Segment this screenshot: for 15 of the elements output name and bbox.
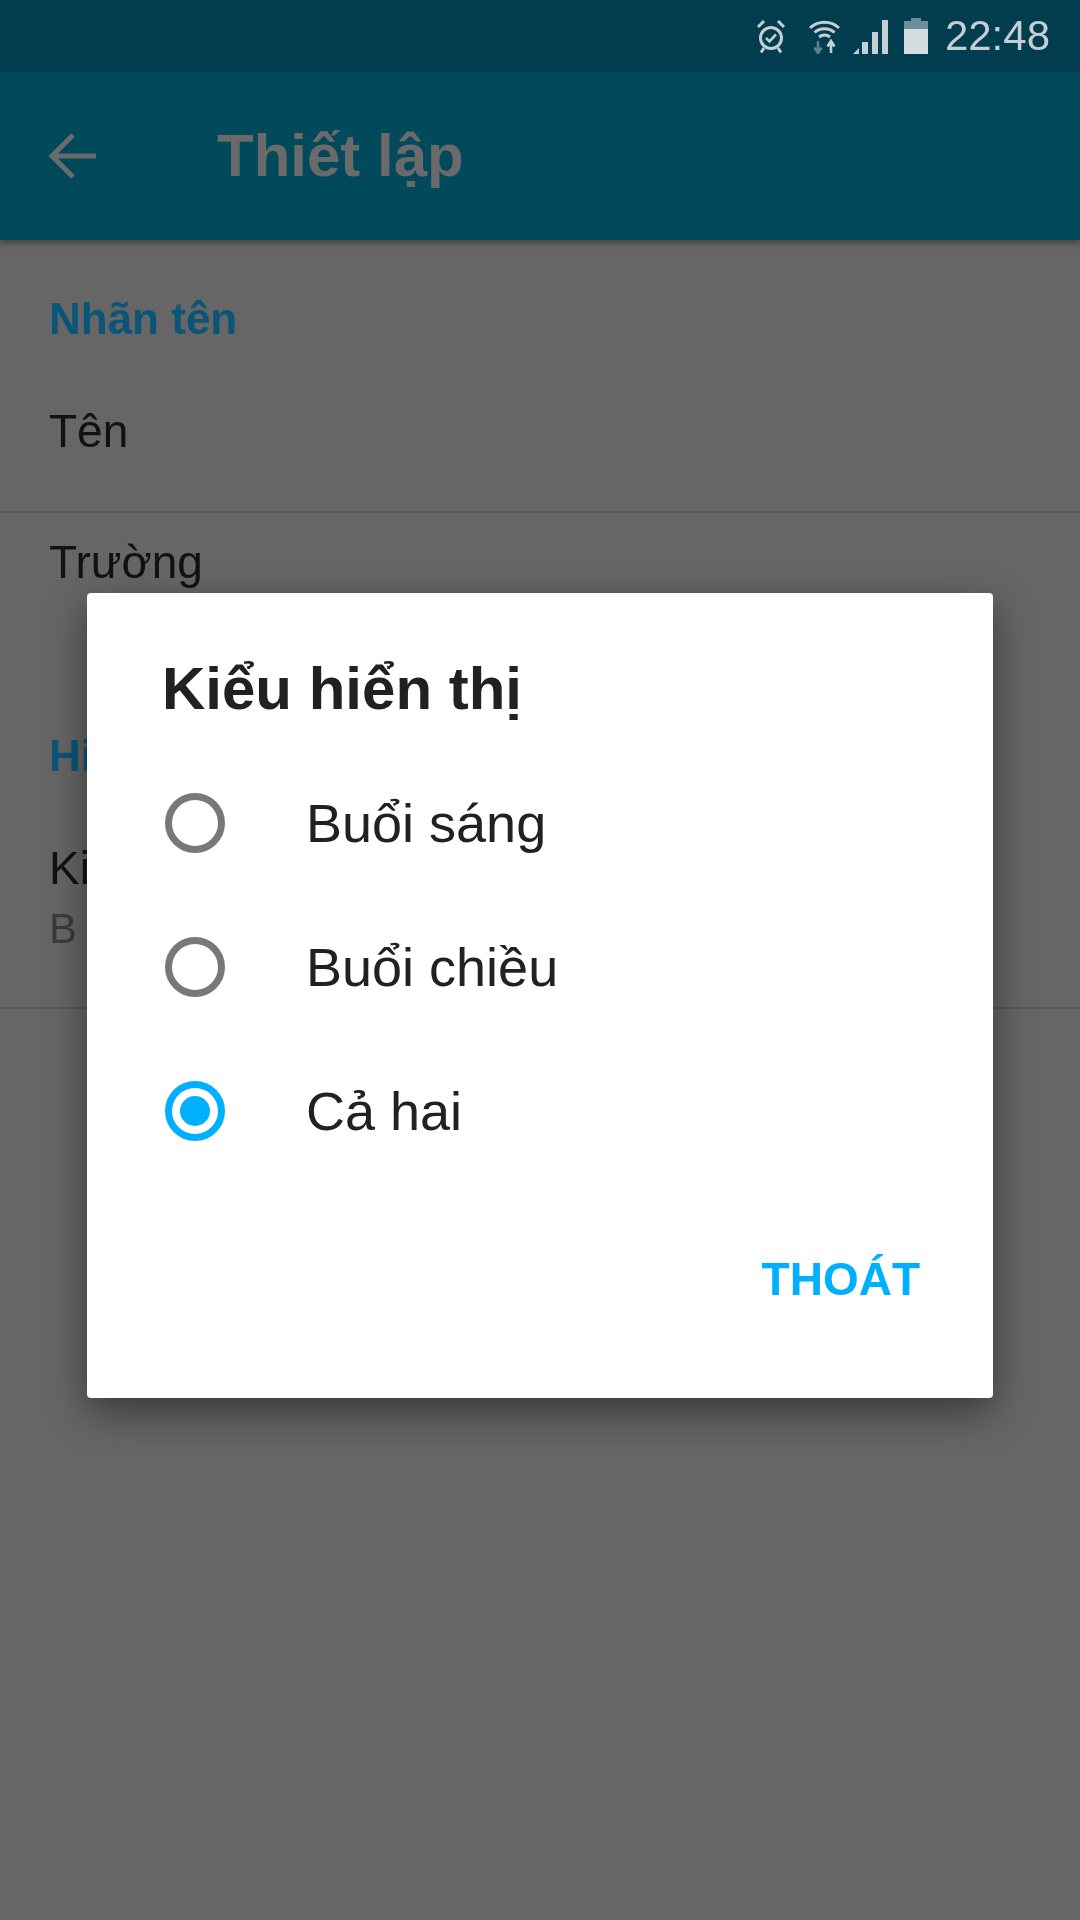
radio-selected-icon[interactable]	[165, 1081, 225, 1141]
signal-icon	[852, 18, 889, 54]
alarm-clock-icon	[755, 18, 786, 54]
wifi-icon	[808, 18, 840, 54]
radio-option[interactable]: Buổi sáng	[87, 751, 993, 895]
dialog-title: Kiểu hiển thị	[162, 655, 522, 722]
app-bar-title: Thiết lập	[217, 126, 464, 186]
section-header: Nhãn tên	[49, 294, 238, 343]
setting-title[interactable]: Tên	[49, 408, 129, 454]
battery-icon	[903, 18, 928, 54]
radio-option[interactable]: Buổi chiều	[87, 895, 993, 1039]
radio-empty-icon[interactable]	[165, 937, 225, 997]
radio-empty-icon[interactable]	[165, 793, 225, 853]
radio-option[interactable]: Cả hai	[87, 1039, 993, 1183]
status-time: 22:48	[944, 15, 1050, 57]
